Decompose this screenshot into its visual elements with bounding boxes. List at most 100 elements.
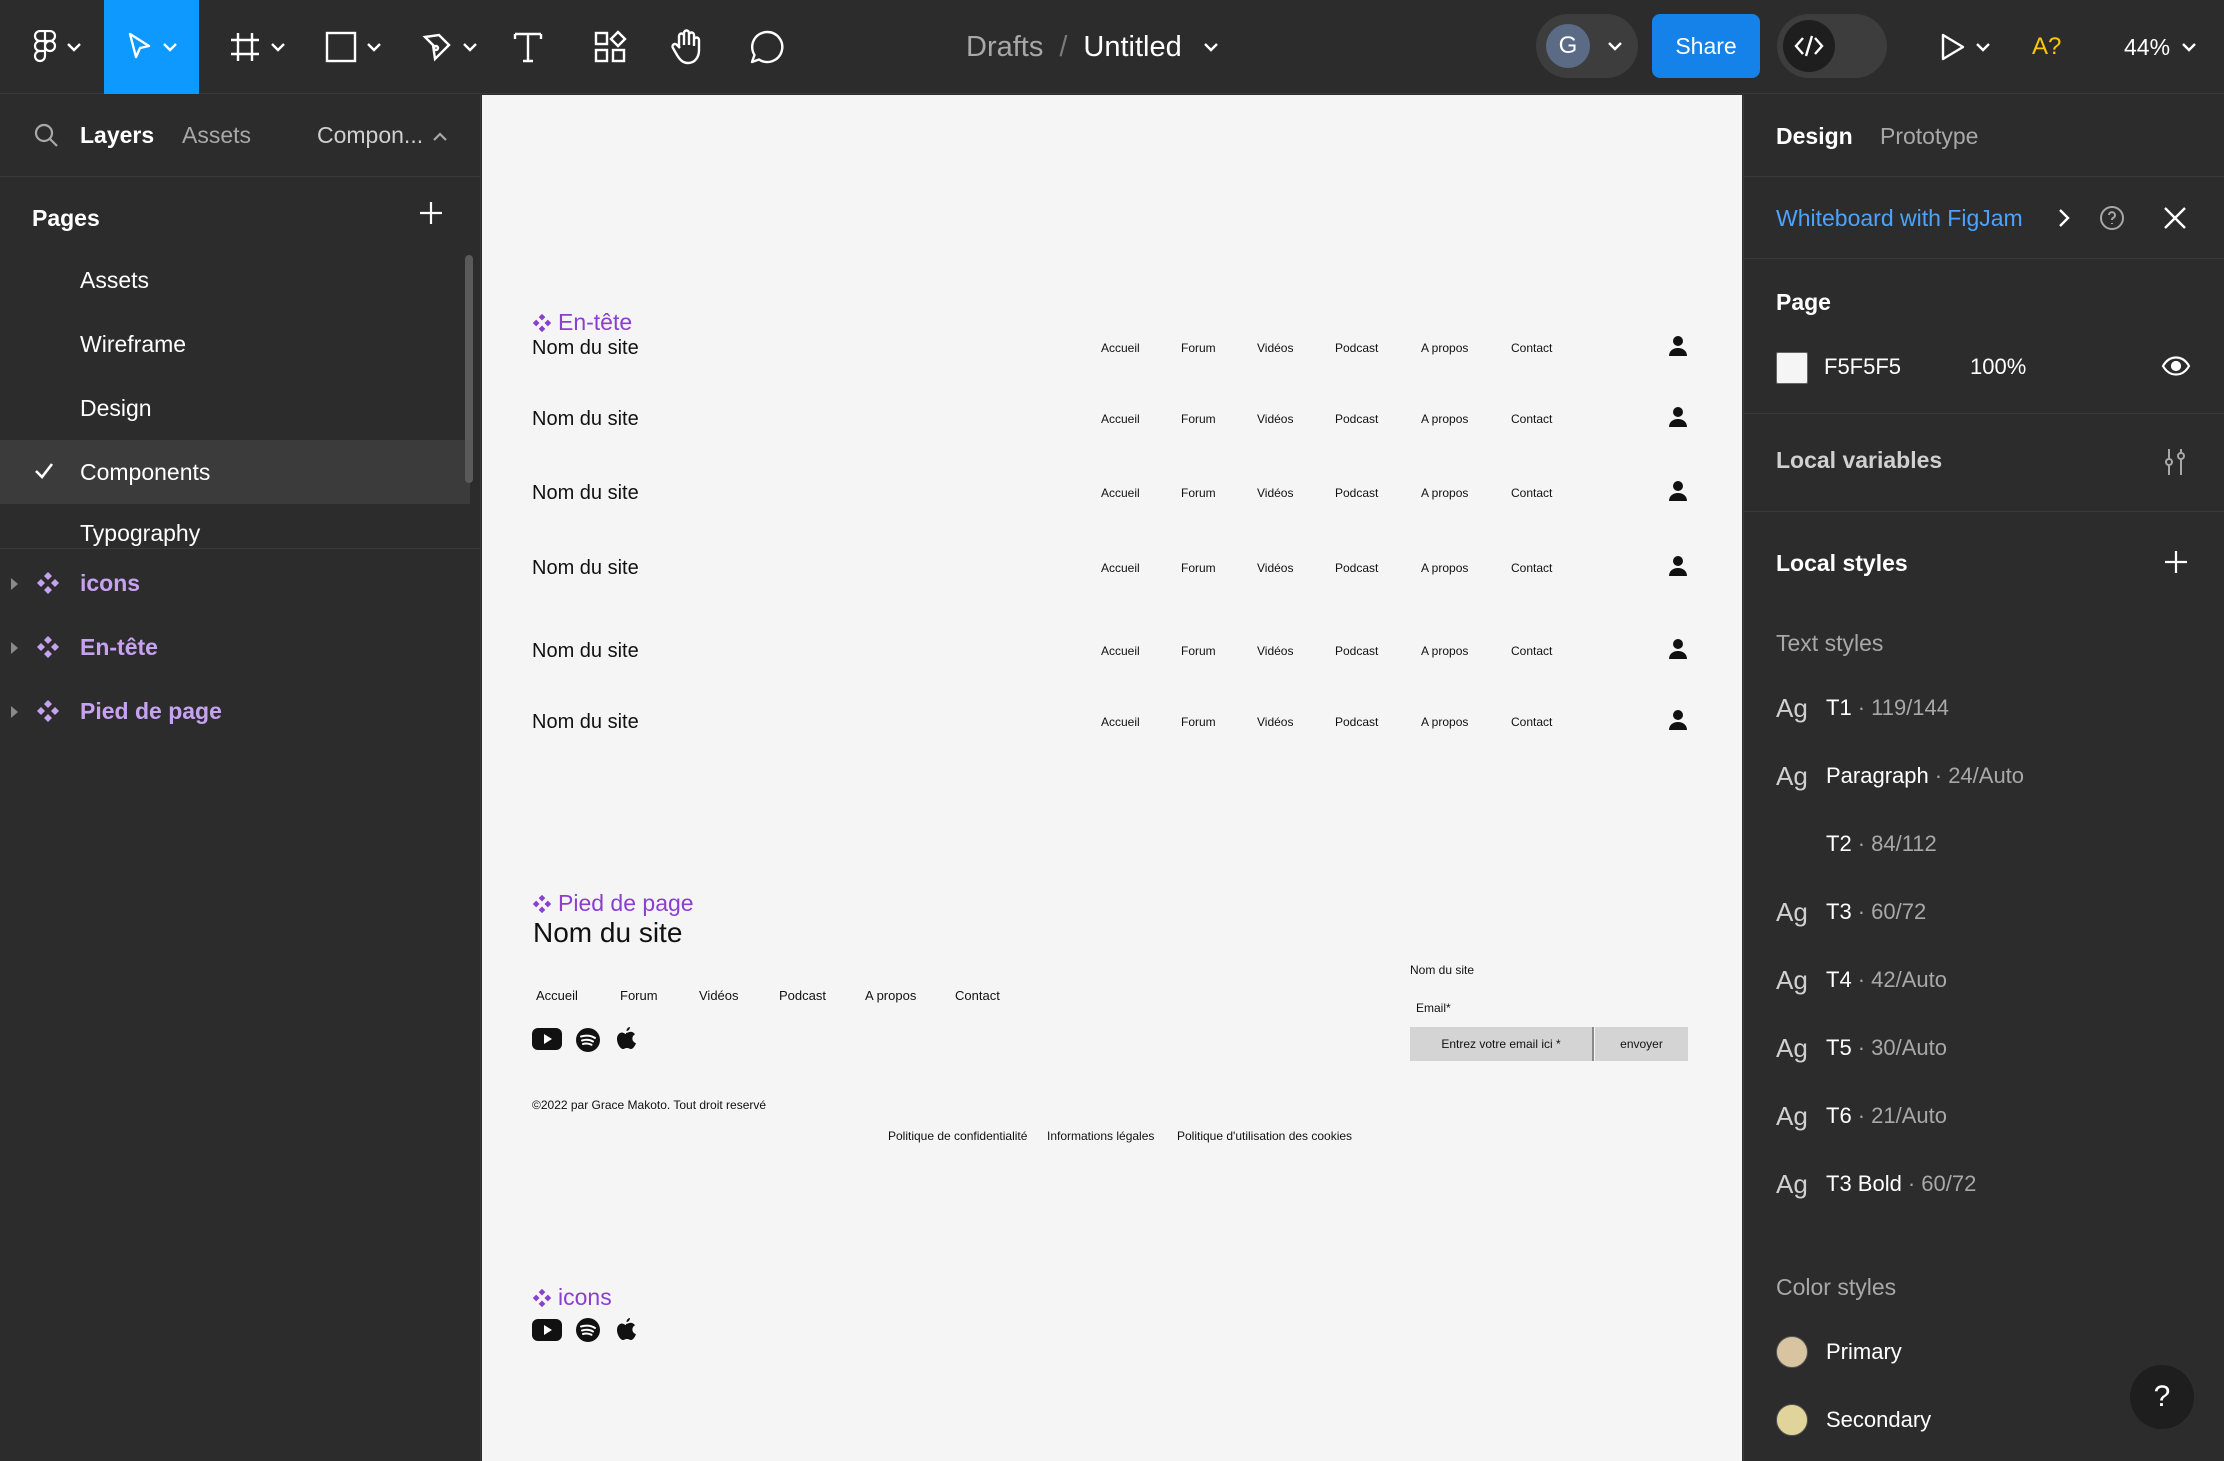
- header-nav-accueil[interactable]: Accueil: [1101, 715, 1140, 729]
- text-style-item[interactable]: Ag Paragraph · 24/Auto: [1776, 756, 2024, 796]
- accessibility-check-button[interactable]: A?: [2032, 0, 2061, 94]
- header-nav-podcast[interactable]: Podcast: [1335, 561, 1378, 575]
- comment-tool-button[interactable]: [745, 0, 789, 94]
- send-button[interactable]: envoyer: [1595, 1027, 1688, 1061]
- page-switcher[interactable]: Compon...: [317, 122, 423, 149]
- header-nav-videos[interactable]: Vidéos: [1257, 561, 1293, 575]
- header-nav-contact[interactable]: Contact: [1511, 486, 1552, 500]
- figjam-link[interactable]: Whiteboard with FigJam: [1776, 205, 2023, 232]
- text-style-item[interactable]: Ag T3 · 60/72: [1776, 892, 1926, 932]
- tab-prototype[interactable]: Prototype: [1880, 123, 1978, 150]
- header-nav-contact[interactable]: Contact: [1511, 715, 1552, 729]
- header-nav-accueil[interactable]: Accueil: [1101, 561, 1140, 575]
- header-nav-videos[interactable]: Vidéos: [1257, 644, 1293, 658]
- search-icon[interactable]: [33, 122, 59, 148]
- multiplayer-menu[interactable]: G: [1536, 14, 1638, 78]
- user-icon[interactable]: [1668, 335, 1688, 357]
- header-nav-podcast[interactable]: Podcast: [1335, 412, 1378, 426]
- header-variant-row[interactable]: Nom du site Accueil Forum Vidéos Podcast A pr…: [532, 480, 1692, 512]
- color-style-item[interactable]: Primary: [1776, 1332, 1902, 1372]
- dev-mode-toggle[interactable]: [1777, 14, 1887, 78]
- text-style-item[interactable]: Ag T3 Bold · 60/72: [1776, 1164, 1976, 1204]
- chevron-up-icon[interactable]: [433, 132, 447, 141]
- header-nav-podcast[interactable]: Podcast: [1335, 486, 1378, 500]
- header-nav-a-propos[interactable]: A propos: [1421, 486, 1468, 500]
- chevron-down-icon[interactable]: [1203, 42, 1218, 52]
- close-icon[interactable]: [2163, 206, 2187, 230]
- layer-item-pied-de-page[interactable]: Pied de page: [0, 681, 480, 741]
- user-icon[interactable]: [1668, 638, 1688, 660]
- layer-item-icons[interactable]: icons: [0, 553, 480, 613]
- add-page-icon[interactable]: [418, 200, 444, 226]
- header-nav-forum[interactable]: Forum: [1181, 341, 1216, 355]
- avatar[interactable]: G: [1546, 24, 1590, 68]
- legal-link-mentions[interactable]: Informations légales: [1047, 1129, 1154, 1143]
- tab-assets[interactable]: Assets: [182, 122, 251, 149]
- header-nav-podcast[interactable]: Podcast: [1335, 644, 1378, 658]
- page-color-value[interactable]: F5F5F5: [1824, 354, 1901, 380]
- zoom-menu[interactable]: 44%: [2124, 0, 2196, 94]
- pen-tool-button[interactable]: [416, 0, 482, 94]
- breadcrumb-drafts[interactable]: Drafts: [966, 31, 1043, 64]
- tab-layers[interactable]: Layers: [80, 122, 154, 149]
- header-nav-a-propos[interactable]: A propos: [1421, 644, 1468, 658]
- layer-item-en-tete[interactable]: En-tête: [0, 617, 480, 677]
- apple-icon[interactable]: [615, 1025, 637, 1051]
- text-style-item[interactable]: T2 · 84/112: [1776, 824, 1937, 864]
- header-nav-a-propos[interactable]: A propos: [1421, 715, 1468, 729]
- user-icon[interactable]: [1668, 480, 1688, 502]
- page-item-components[interactable]: Components: [0, 440, 470, 504]
- header-nav-podcast[interactable]: Podcast: [1335, 341, 1378, 355]
- legal-link-privacy[interactable]: Politique de confidentialité: [888, 1129, 1027, 1143]
- main-menu-button[interactable]: [22, 0, 92, 94]
- header-nav-a-propos[interactable]: A propos: [1421, 412, 1468, 426]
- header-nav-contact[interactable]: Contact: [1511, 412, 1552, 426]
- page-item-wireframe[interactable]: Wireframe: [0, 312, 470, 376]
- icons-frame-label[interactable]: icons: [532, 1284, 612, 1311]
- youtube-icon[interactable]: [532, 1319, 562, 1341]
- user-icon[interactable]: [1668, 555, 1688, 577]
- header-nav-contact[interactable]: Contact: [1511, 561, 1552, 575]
- page-item-assets[interactable]: Assets: [0, 248, 470, 312]
- expand-arrow-icon[interactable]: [11, 642, 18, 654]
- chevron-right-icon[interactable]: [2058, 208, 2070, 228]
- email-field[interactable]: Entrez votre email ici *: [1410, 1027, 1594, 1061]
- help-button[interactable]: ?: [2130, 1365, 2194, 1429]
- header-nav-accueil[interactable]: Accueil: [1101, 341, 1140, 355]
- header-variant-row[interactable]: Nom du site Accueil Forum Vidéos Podcast A pr…: [532, 406, 1692, 438]
- shape-tool-button[interactable]: [320, 0, 386, 94]
- header-variant-row[interactable]: Nom du site Accueil Forum Vidéos Podcast A pr…: [532, 638, 1692, 670]
- pied-de-page-frame-label[interactable]: Pied de page: [532, 890, 694, 917]
- footer-nav-contact[interactable]: Contact: [955, 988, 1000, 1003]
- youtube-icon[interactable]: [532, 1028, 562, 1050]
- footer-nav-podcast[interactable]: Podcast: [779, 988, 826, 1003]
- header-nav-podcast[interactable]: Podcast: [1335, 715, 1378, 729]
- header-nav-contact[interactable]: Contact: [1511, 341, 1552, 355]
- share-button[interactable]: Share: [1652, 14, 1760, 78]
- header-nav-a-propos[interactable]: A propos: [1421, 561, 1468, 575]
- header-variant-row[interactable]: Nom du site Accueil Forum Vidéos Podcast A pr…: [532, 335, 1692, 367]
- en-tete-frame-label[interactable]: En-tête: [532, 309, 632, 336]
- expand-arrow-icon[interactable]: [11, 578, 18, 590]
- page-color-swatch[interactable]: [1776, 352, 1808, 384]
- header-nav-forum[interactable]: Forum: [1181, 644, 1216, 658]
- header-nav-forum[interactable]: Forum: [1181, 715, 1216, 729]
- text-tool-button[interactable]: [508, 0, 548, 94]
- user-icon[interactable]: [1668, 406, 1688, 428]
- hand-tool-button[interactable]: [665, 0, 709, 94]
- header-nav-accueil[interactable]: Accueil: [1101, 486, 1140, 500]
- frame-tool-button[interactable]: [224, 0, 290, 94]
- header-nav-videos[interactable]: Vidéos: [1257, 486, 1293, 500]
- text-style-item[interactable]: Ag T6 · 21/Auto: [1776, 1096, 1947, 1136]
- pages-scrollbar[interactable]: [465, 255, 473, 483]
- canvas[interactable]: En-tête Nom du site Accueil Forum Vidéos Pod…: [482, 95, 1742, 1461]
- text-style-item[interactable]: Ag T1 · 119/144: [1776, 688, 1949, 728]
- header-nav-forum[interactable]: Forum: [1181, 486, 1216, 500]
- eye-icon[interactable]: [2161, 356, 2191, 376]
- user-icon[interactable]: [1668, 709, 1688, 731]
- footer-nav-videos[interactable]: Vidéos: [699, 988, 739, 1003]
- page-opacity-value[interactable]: 100%: [1970, 354, 2026, 380]
- color-style-item[interactable]: Secondary: [1776, 1400, 1931, 1440]
- spotify-icon[interactable]: [576, 1318, 600, 1342]
- variables-icon[interactable]: [2162, 447, 2188, 477]
